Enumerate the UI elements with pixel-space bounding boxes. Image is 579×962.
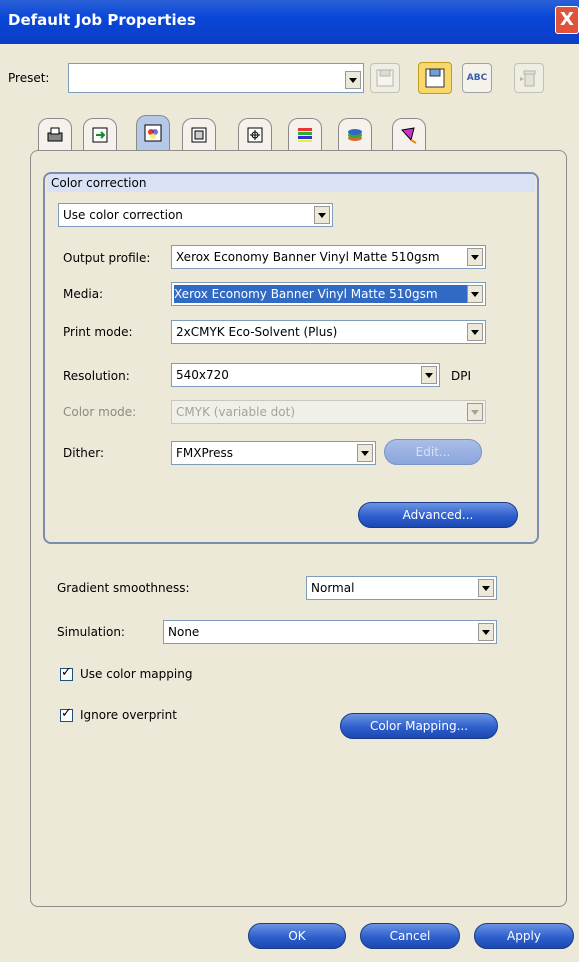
layers-icon <box>348 128 362 141</box>
preset-label: Preset: <box>8 71 50 85</box>
color-mode-label: Color mode: <box>63 405 137 419</box>
media-dropdown[interactable]: Xerox Economy Banner Vinyl Matte 510gsm <box>171 282 486 306</box>
dither-value: FMXPress <box>176 446 234 460</box>
ignore-overprint-checkbox[interactable] <box>60 706 73 722</box>
media-label: Media: <box>63 287 104 301</box>
chevron-down-icon[interactable] <box>467 248 483 266</box>
tab-media[interactable] <box>182 118 216 150</box>
title-bar[interactable]: Default Job Properties X <box>0 0 579 44</box>
ok-button[interactable]: OK <box>248 923 346 949</box>
tab-layout[interactable] <box>83 118 117 150</box>
dpi-unit-label: DPI <box>451 369 472 383</box>
dither-dropdown[interactable]: FMXPress <box>171 441 376 465</box>
resolution-dropdown[interactable]: 540x720 <box>171 363 440 387</box>
color-correction-mode-dropdown[interactable]: Use color correction <box>58 203 333 227</box>
use-color-mapping-label: Use color mapping <box>80 667 193 681</box>
crop-marks-icon <box>247 127 263 142</box>
print-mode-label: Print mode: <box>63 325 133 339</box>
simulation-dropdown[interactable]: None <box>163 620 497 644</box>
group-title: Color correction <box>51 176 147 190</box>
ignore-overprint-label: Ignore overprint <box>80 708 177 722</box>
layout-arrows-icon <box>92 127 108 142</box>
window-title: Default Job Properties <box>8 11 196 29</box>
delete-preset-button <box>514 63 544 93</box>
tab-color[interactable] <box>136 115 170 150</box>
chevron-down-icon <box>467 403 483 421</box>
tab-swatch[interactable] <box>288 118 322 150</box>
floppy-disk-icon <box>376 69 394 87</box>
color-mode-value: CMYK (variable dot) <box>176 405 295 419</box>
color-correction-header: Color correction <box>47 174 535 192</box>
tab-marks[interactable] <box>238 118 272 150</box>
output-profile-value: Xerox Economy Banner Vinyl Matte 510gsm <box>176 250 440 264</box>
chevron-down-icon[interactable] <box>478 579 494 597</box>
chevron-down-icon[interactable] <box>467 285 483 303</box>
rename-preset-button[interactable]: ABC <box>462 63 492 93</box>
resolution-label: Resolution: <box>63 369 130 383</box>
output-profile-dropdown[interactable]: Xerox Economy Banner Vinyl Matte 510gsm <box>171 245 486 269</box>
gradient-value: Normal <box>311 581 355 595</box>
chevron-down-icon[interactable] <box>421 366 437 384</box>
trash-icon <box>520 70 536 87</box>
chevron-down-icon[interactable] <box>478 623 494 641</box>
chevron-down-icon[interactable] <box>357 444 373 462</box>
tab-edit[interactable] <box>392 118 426 150</box>
chevron-down-icon[interactable] <box>314 206 330 224</box>
color-mapping-button[interactable]: Color Mapping... <box>340 713 498 739</box>
paint-brush-icon <box>401 126 417 144</box>
tab-printer[interactable] <box>38 118 72 150</box>
chevron-down-icon[interactable] <box>467 323 483 341</box>
color-bars-icon <box>298 127 312 142</box>
mode-value: Use color correction <box>63 208 183 222</box>
save-preset-button[interactable] <box>418 62 452 94</box>
gradient-smoothness-label: Gradient smoothness: <box>57 581 190 595</box>
simulation-label: Simulation: <box>57 625 125 639</box>
save-preset-disabled-button <box>370 63 400 93</box>
cancel-button[interactable]: Cancel <box>360 923 460 949</box>
gradient-smoothness-dropdown[interactable]: Normal <box>306 576 497 600</box>
advanced-button[interactable]: Advanced... <box>358 502 518 528</box>
color-profile-icon <box>144 124 162 142</box>
color-mode-dropdown: CMYK (variable dot) <box>171 400 486 424</box>
tab-layers[interactable] <box>338 118 372 150</box>
use-color-mapping-checkbox[interactable] <box>60 665 73 681</box>
apply-button[interactable]: Apply <box>474 923 574 949</box>
simulation-value: None <box>168 625 200 639</box>
film-media-icon <box>191 127 207 142</box>
dither-edit-button: Edit... <box>384 439 482 465</box>
output-profile-label: Output profile: <box>63 251 151 265</box>
preset-dropdown[interactable] <box>68 63 364 93</box>
printer-icon <box>47 127 63 141</box>
chevron-down-icon[interactable] <box>345 71 361 89</box>
print-mode-dropdown[interactable]: 2xCMYK Eco-Solvent (Plus) <box>171 320 486 344</box>
dither-label: Dither: <box>63 446 105 460</box>
floppy-disk-icon <box>425 68 445 88</box>
close-button[interactable]: X <box>555 6 579 34</box>
color-correction-group <box>43 172 539 544</box>
resolution-value: 540x720 <box>176 368 229 382</box>
media-value: Xerox Economy Banner Vinyl Matte 510gsm <box>174 285 470 303</box>
abc-icon: ABC <box>466 73 488 83</box>
print-mode-value: 2xCMYK Eco-Solvent (Plus) <box>176 325 338 339</box>
